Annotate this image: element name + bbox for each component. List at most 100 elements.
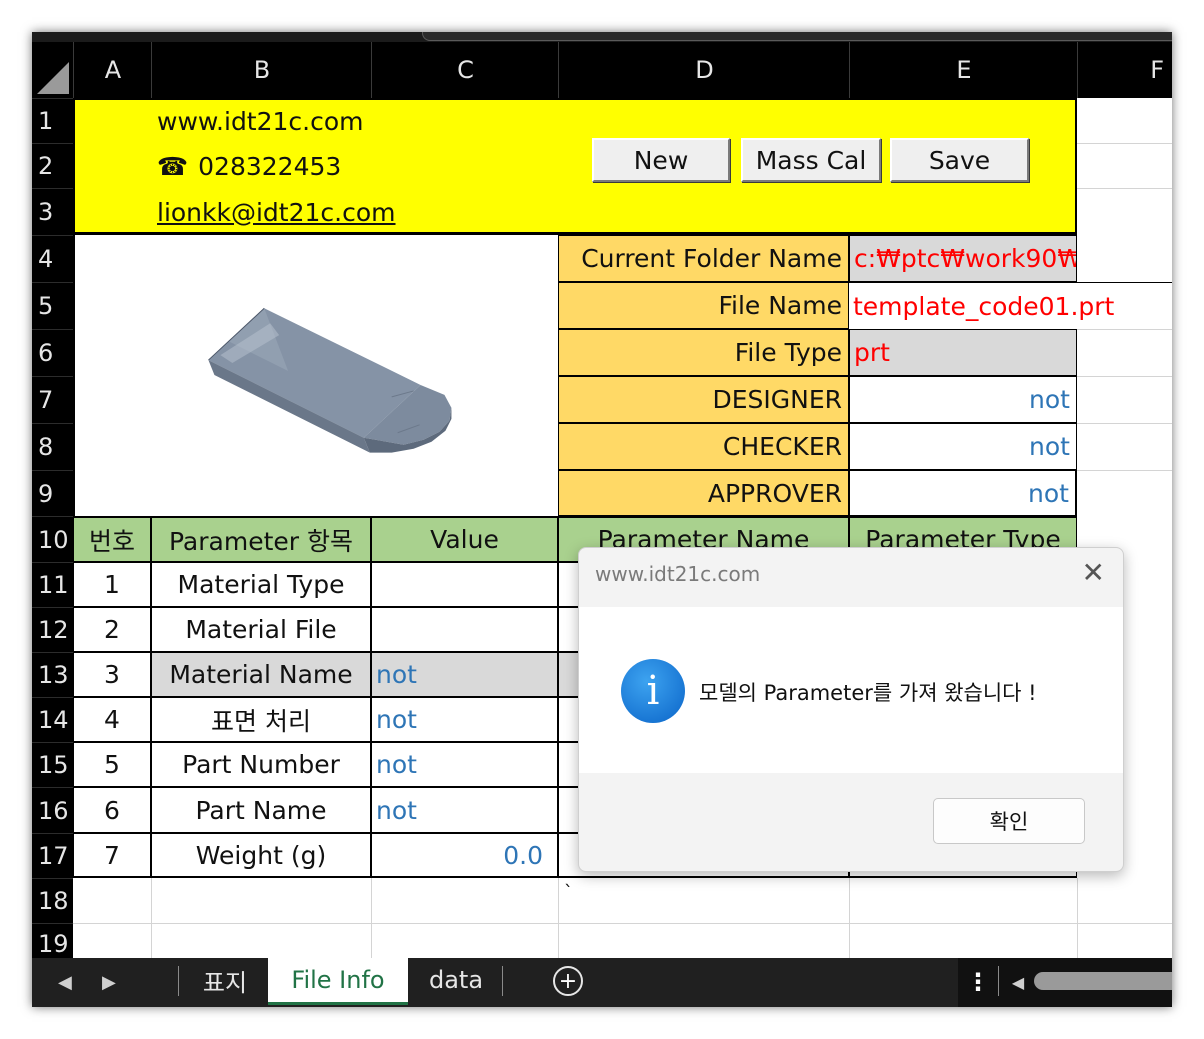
table-row-item: 표면 처리 bbox=[151, 697, 371, 742]
row-header-9[interactable]: 9 bbox=[32, 470, 73, 516]
tab-separator bbox=[502, 966, 503, 996]
row-header-4[interactable]: 4 bbox=[32, 235, 73, 282]
tab-file-info[interactable]: File Info bbox=[268, 958, 408, 1005]
table-row-no: 3 bbox=[73, 652, 151, 697]
row-header-2[interactable]: 2 bbox=[32, 143, 73, 188]
tab-data[interactable]: data bbox=[412, 958, 500, 1002]
row-header-17[interactable]: 17 bbox=[32, 833, 73, 878]
grid-line bbox=[151, 878, 152, 958]
designer-label: DESIGNER bbox=[558, 376, 849, 423]
table-row-item: Part Name bbox=[151, 787, 371, 833]
dialog-title: www.idt21c.com bbox=[595, 562, 761, 586]
scroll-left-icon[interactable]: ◀ bbox=[1010, 970, 1026, 994]
row-header-12[interactable]: 12 bbox=[32, 607, 73, 652]
designer-value[interactable]: not bbox=[849, 376, 1077, 423]
table-row-value[interactable] bbox=[371, 607, 558, 652]
scroll-tabs-right-icon[interactable]: ▶ bbox=[102, 958, 116, 1007]
grid-line bbox=[558, 878, 559, 958]
website-text: www.idt21c.com bbox=[157, 106, 364, 136]
row-header-19[interactable]: 19 bbox=[32, 923, 73, 958]
approver-label: APPROVER bbox=[558, 470, 849, 516]
info-icon: i bbox=[621, 659, 685, 723]
excel-window: A B C D E F 1 2 3 4 5 6 7 8 9 10 11 12 1… bbox=[32, 32, 1172, 1007]
row-header-15[interactable]: 15 bbox=[32, 742, 73, 787]
grid-line bbox=[1077, 878, 1078, 958]
column-header-a[interactable]: A bbox=[73, 42, 152, 98]
close-icon[interactable]: ✕ bbox=[1082, 556, 1105, 589]
grid-line bbox=[849, 878, 850, 958]
table-header-no: 번호 bbox=[73, 516, 151, 562]
table-row-value[interactable]: not bbox=[371, 787, 558, 833]
table-row-value[interactable]: not bbox=[371, 697, 558, 742]
column-header-d[interactable]: D bbox=[558, 42, 850, 98]
grid-line bbox=[371, 878, 372, 958]
checker-value[interactable]: not bbox=[849, 423, 1077, 470]
row-header-13[interactable]: 13 bbox=[32, 652, 73, 697]
tab-separator bbox=[178, 966, 179, 996]
row-header-6[interactable]: 6 bbox=[32, 329, 73, 376]
row-header-11[interactable]: 11 bbox=[32, 562, 73, 607]
row-header-16[interactable]: 16 bbox=[32, 787, 73, 833]
email-link[interactable]: lionkk@idt21c.com bbox=[157, 192, 396, 232]
dialog-body: i 모델의 Parameter를 가져 왔습니다 ! bbox=[579, 607, 1123, 773]
phone-icon: ☎ bbox=[157, 151, 189, 181]
sheet-tab-bar: ◀ ▶ 표지 File Info data + ⋮ ◀ bbox=[32, 958, 1172, 1007]
model-image-cell bbox=[73, 235, 558, 516]
dialog-message: 모델의 Parameter를 가져 왔습니다 ! bbox=[699, 681, 1037, 705]
column-header-b[interactable]: B bbox=[151, 42, 372, 98]
approver-value[interactable]: not bbox=[849, 470, 1077, 516]
save-button[interactable]: Save bbox=[890, 138, 1029, 182]
row-header-8[interactable]: 8 bbox=[32, 423, 73, 470]
folder-label: Current Folder Name bbox=[558, 235, 849, 282]
select-all-corner[interactable] bbox=[32, 42, 73, 98]
table-row-no: 7 bbox=[73, 833, 151, 878]
table-row-no: 2 bbox=[73, 607, 151, 652]
table-row-item: Material File bbox=[151, 607, 371, 652]
grid-line bbox=[73, 923, 1172, 924]
file-type-value[interactable]: prt bbox=[849, 329, 1077, 376]
table-row-no: 6 bbox=[73, 787, 151, 833]
phone-text: 028322453 bbox=[198, 151, 342, 181]
table-row-value[interactable]: not bbox=[371, 742, 558, 787]
table-row-item: Material Type bbox=[151, 562, 371, 607]
horizontal-scrollbar-thumb[interactable] bbox=[1034, 972, 1172, 990]
folder-value[interactable]: c:₩ptc₩work90₩ bbox=[849, 235, 1077, 282]
grid-line bbox=[1077, 329, 1172, 330]
table-row-no: 4 bbox=[73, 697, 151, 742]
table-row-item: Material Name bbox=[151, 652, 371, 697]
row-header-10[interactable]: 10 bbox=[32, 516, 73, 562]
table-row-value[interactable] bbox=[371, 562, 558, 607]
row-header-5[interactable]: 5 bbox=[32, 282, 73, 329]
scroll-tabs-left-icon[interactable]: ◀ bbox=[58, 958, 72, 1007]
file-name-label: File Name bbox=[558, 282, 849, 329]
row-header-14[interactable]: 14 bbox=[32, 697, 73, 742]
plus-circle-icon[interactable]: + bbox=[553, 966, 583, 996]
table-header-item: Parameter 항목 bbox=[151, 516, 371, 562]
grid-line bbox=[1077, 376, 1172, 377]
column-header-f[interactable]: F bbox=[1077, 42, 1172, 98]
message-dialog: www.idt21c.com ✕ i 모델의 Parameter를 가져 왔습니… bbox=[578, 547, 1124, 872]
row-header-3[interactable]: 3 bbox=[32, 188, 73, 235]
grid-line bbox=[1077, 470, 1172, 471]
file-type-label: File Type bbox=[558, 329, 849, 376]
row-header-18[interactable]: 18 bbox=[32, 878, 73, 923]
table-row-value[interactable]: 0.0 bbox=[371, 833, 558, 878]
table-row-value[interactable]: not bbox=[371, 652, 558, 697]
column-header-c[interactable]: C bbox=[371, 42, 559, 98]
part-3d-model-image bbox=[208, 307, 452, 453]
stray-backtick: ` bbox=[564, 881, 573, 903]
more-options-icon[interactable]: ⋮ bbox=[966, 966, 990, 998]
mass-cal-button[interactable]: Mass Cal bbox=[741, 138, 881, 182]
grid-line bbox=[1077, 423, 1172, 424]
grid-line bbox=[1077, 188, 1172, 189]
column-header-e[interactable]: E bbox=[849, 42, 1078, 98]
file-name-value[interactable]: template_code01.prt bbox=[849, 282, 1172, 329]
ok-button[interactable]: 확인 bbox=[933, 798, 1085, 844]
table-row-no: 5 bbox=[73, 742, 151, 787]
tab-pyoji[interactable]: 표지 bbox=[184, 958, 266, 1002]
row-header-1[interactable]: 1 bbox=[32, 98, 73, 143]
new-button[interactable]: New bbox=[592, 138, 730, 182]
grid-line bbox=[1077, 143, 1172, 144]
checker-label: CHECKER bbox=[558, 423, 849, 470]
row-header-7[interactable]: 7 bbox=[32, 376, 73, 423]
